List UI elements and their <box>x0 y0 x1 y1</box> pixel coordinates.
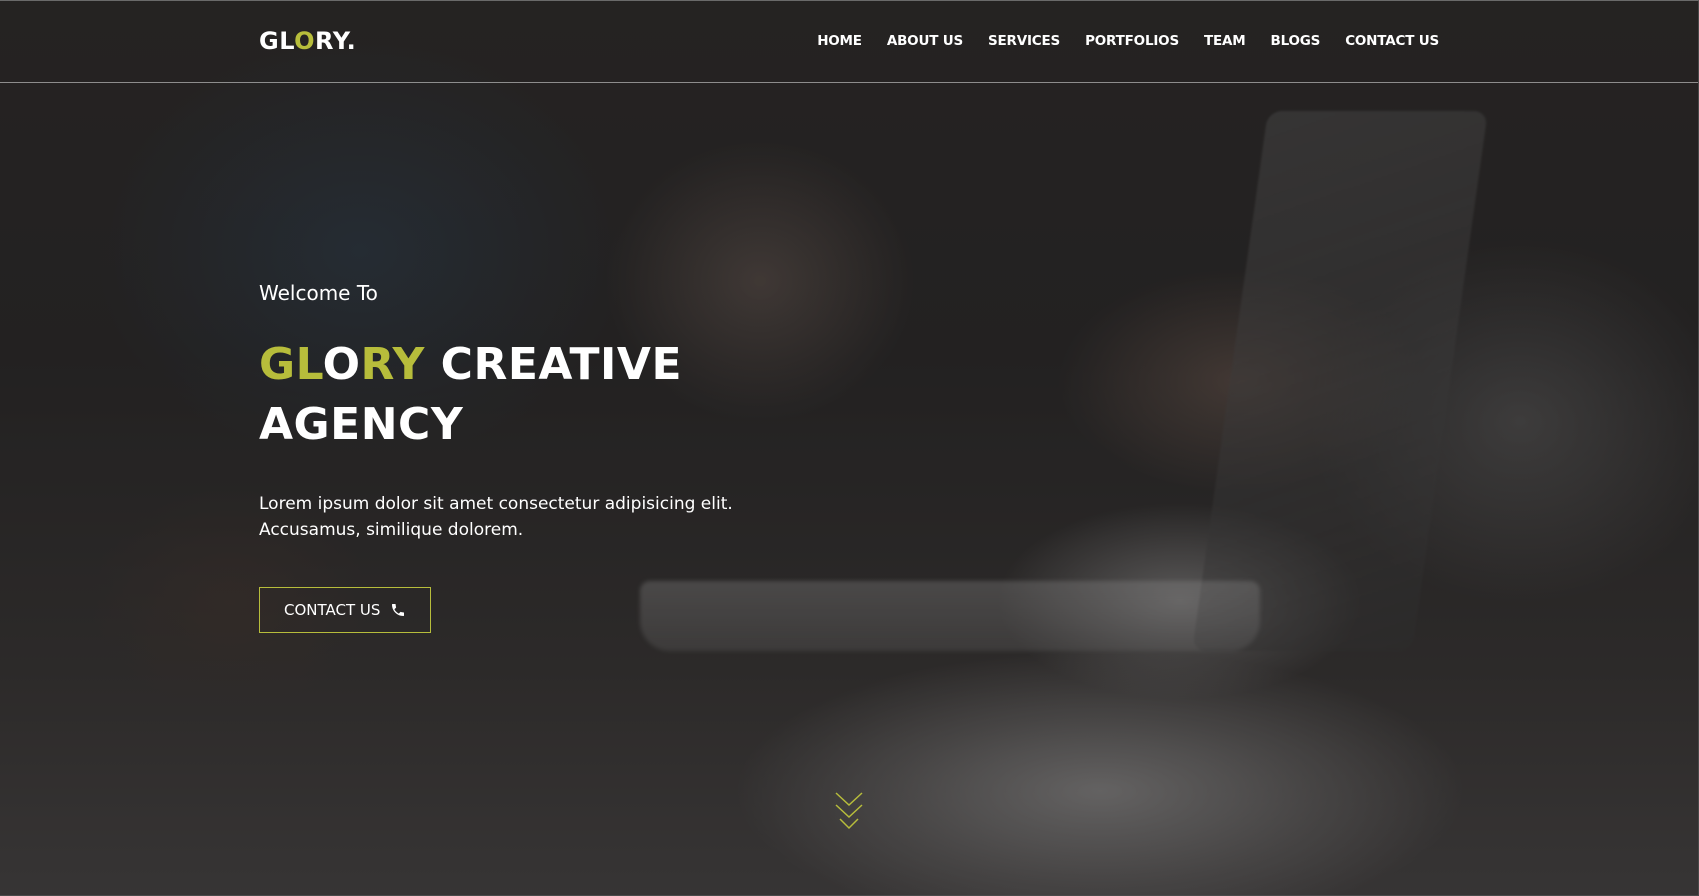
nav-team[interactable]: TEAM <box>1204 33 1246 49</box>
chevrons-down-icon[interactable] <box>834 791 864 833</box>
nav-contact-us[interactable]: CONTACT US <box>1345 33 1439 49</box>
headline-part-ry: RY <box>360 339 425 390</box>
page: GLORY. HOME ABOUT US SERVICES PORTFOLIOS… <box>0 0 1699 896</box>
nav-home[interactable]: HOME <box>817 33 862 49</box>
main-nav: HOME ABOUT US SERVICES PORTFOLIOS TEAM B… <box>792 33 1439 49</box>
logo-part-1: GL <box>259 27 295 55</box>
hero-headline: GLORY CREATIVE AGENCY <box>259 335 979 455</box>
hero-description: Lorem ipsum dolor sit amet consectetur a… <box>259 491 739 543</box>
hero-description-line-2: Accusamus, similique dolorem. <box>259 520 524 540</box>
nav-about-us[interactable]: ABOUT US <box>887 33 963 49</box>
headline-part-creative: CREATIVE <box>424 339 683 390</box>
nav-services[interactable]: SERVICES <box>988 33 1060 49</box>
contact-us-button-label: CONTACT US <box>284 601 381 619</box>
logo-part-3: RY. <box>315 27 357 55</box>
nav-blogs[interactable]: BLOGS <box>1271 33 1321 49</box>
phone-icon <box>390 602 406 618</box>
welcome-text: Welcome To <box>259 281 378 305</box>
nav-portfolios[interactable]: PORTFOLIOS <box>1085 33 1179 49</box>
headline-part-o: O <box>322 339 361 390</box>
headline-part-gl: GL <box>259 339 323 390</box>
logo[interactable]: GLORY. <box>259 27 356 55</box>
site-header: GLORY. HOME ABOUT US SERVICES PORTFOLIOS… <box>0 1 1698 83</box>
hero-description-line-1: Lorem ipsum dolor sit amet consectetur a… <box>259 494 733 514</box>
contact-us-button[interactable]: CONTACT US <box>259 587 432 633</box>
logo-part-accent: O <box>294 27 316 55</box>
hero-content: Welcome To GLORY CREATIVE AGENCY Lorem ip… <box>259 281 979 633</box>
headline-part-agency: AGENCY <box>259 399 464 450</box>
